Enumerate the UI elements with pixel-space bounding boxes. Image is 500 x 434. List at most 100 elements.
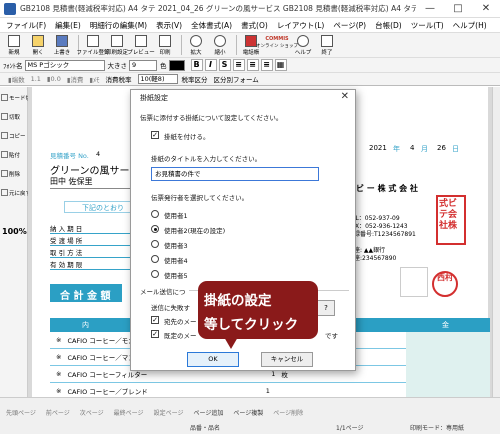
mode-switch-button[interactable]: モード切替 [1,89,37,106]
size-label: 大きさ [107,62,128,70]
copy-button[interactable]: コピー [1,127,27,144]
attach-checkbox[interactable]: ✓ [151,131,159,139]
cut-button[interactable]: 切取 [1,108,27,125]
menu-detail-edit[interactable]: 明細行の編集(M) [90,20,147,31]
new-button[interactable]: 新規 [3,33,25,57]
next-page-button[interactable]: 次ページ [80,408,104,417]
file-register-button[interactable]: ファイル登録 [77,33,110,57]
save-button[interactable]: 上書き [51,33,73,57]
menu-layout[interactable]: レイアウト(L) [277,20,325,31]
first-page-button[interactable]: 先頭ページ [6,408,36,417]
font-label: ﾌｫﾝﾄ名 [3,62,23,70]
print-setup-button[interactable]: 印刷設定 [106,33,128,57]
align-center-icon[interactable]: ≡ [246,59,259,71]
strike-button[interactable]: S [218,59,231,71]
last-page-button[interactable]: 最終ページ [114,408,144,417]
menu-view[interactable]: 表示(V) [156,20,182,31]
user1-radio[interactable] [151,210,159,218]
close-window-button[interactable]: ✕ [472,0,500,18]
menu-edit[interactable]: 編集(E) [55,20,81,31]
follow-text: 下記のとおり [82,204,124,212]
estimate-no[interactable]: 4 [96,150,100,158]
decimal-toggle[interactable]: 1.1 [31,75,41,83]
tax-rate-label: 消費税率 [105,76,132,84]
company-name: ビ ー 株 式 会 社 [356,184,418,193]
left-sidebar: モード切替 切取 コピー 貼付 削除 元に戻す 100% [0,87,37,397]
bold-button[interactable]: B [190,59,203,71]
info-line [50,257,130,258]
customer-name[interactable]: グリーンの風サービ [50,162,140,177]
dialog-close-button[interactable]: ✕ [341,91,349,102]
menu-page[interactable]: ページ(P) [333,20,366,31]
border-icon[interactable]: ▦ [274,59,287,71]
vertical-scrollbar[interactable] [492,87,500,397]
online-shop-button[interactable]: COMMIS オンライン ショップ [256,33,298,57]
date-month[interactable]: 4 [410,144,414,152]
maximize-button[interactable]: □ [444,0,472,18]
contact-name[interactable]: 田中 佐保里 [50,176,93,187]
save-icon [56,35,68,47]
paste-button[interactable]: 貼付 [1,146,27,163]
cancel-button[interactable]: キャンセル [261,352,313,367]
mode-icon [1,94,8,101]
menu-ledger[interactable]: 台帳(D) [375,20,402,31]
date-year[interactable]: 2021 [369,144,387,152]
menu-tools[interactable]: ツール(T) [411,20,444,31]
ok-button[interactable]: OK [187,352,239,367]
mail-group-label: メール送信につ [140,288,186,296]
form-by-class[interactable]: 区分別フォーム [214,74,259,84]
title-input[interactable]: お見積書の件で [151,167,319,181]
default-checkbox[interactable]: ✓ [151,330,159,338]
prev-page-button[interactable]: 前ページ [46,408,70,417]
zero-toggle[interactable]: ▮0.0 [47,75,61,83]
color-swatch[interactable] [168,59,185,71]
help-question-button[interactable]: ? [317,300,335,316]
zoom-level[interactable]: 100% [2,227,27,236]
align-left-icon[interactable]: ≡ [232,59,245,71]
size-select[interactable]: 9 [129,59,157,71]
new-file-icon [8,35,20,47]
exit-button[interactable]: 終了 [316,33,338,57]
preview-button[interactable]: プレビュー [127,33,155,57]
user5-label: 使用者5 [164,272,188,280]
delete-page-button[interactable]: ページ削除 [273,408,303,417]
open-button[interactable]: 開く [27,33,49,57]
open-folder-icon [32,35,44,47]
tax-rate-select[interactable]: 10(軽8) [137,74,178,84]
menu-file[interactable]: ファイル(F) [6,20,46,31]
italic-button[interactable]: I [204,59,217,71]
duplicate-page-button[interactable]: ページ複製 [233,408,263,417]
set-page-button[interactable]: 設定ページ [154,408,184,417]
memo-toggle[interactable]: ▮ﾒﾓ [89,74,99,84]
align-right-icon[interactable]: ≡ [260,59,273,71]
paste-icon [1,151,8,158]
user5-radio[interactable] [151,270,159,278]
print-button[interactable]: 印刷 [154,33,176,57]
zoom-out-button[interactable]: 縮小 [209,33,231,57]
menu-format[interactable]: 書式(O) [241,20,268,31]
delete-button[interactable]: 削除 [1,165,27,182]
menu-help[interactable]: ヘルプ(H) [453,20,487,31]
commis-logo: COMMIS [265,36,289,42]
select-prompt: 伝票発行者を選択してください。 [151,194,249,202]
user2-radio[interactable] [151,225,159,233]
font-select[interactable]: MS Pゴシック [24,59,105,71]
zoom-in-button[interactable]: 拡大 [185,33,207,57]
undo-button[interactable]: 元に戻す [1,184,31,201]
user4-radio[interactable] [151,255,159,263]
page-navigation: 先頭ページ 前ページ 次ページ 最終ページ 設定ページ ページ追加 ページ複製 … [6,408,313,417]
add-page-button[interactable]: ページ追加 [193,408,223,417]
fraction-toggle[interactable]: ▮端数 [8,74,25,84]
menu-global-format[interactable]: 全体書式(A) [191,20,232,31]
minimize-button[interactable]: — [416,0,444,18]
window-title: GB2108 見積書(軽減税率対応) A4 タテ 2021_04_26 グリーン… [20,4,416,13]
date-day[interactable]: 26 [437,144,446,152]
personal-seal-text: 西村 [437,273,453,282]
user3-radio[interactable] [151,240,159,248]
place-label: 受 渡 場 所 [50,237,83,245]
help-button[interactable]: ヘルプ [292,33,314,57]
consume-toggle[interactable]: ▮消費 [67,74,84,84]
tax-class-label[interactable]: 税率区分 [182,74,208,84]
title-prompt: 掛紙のタイトルを入力してください。 [151,155,262,163]
dest-checkbox[interactable]: ✓ [151,316,159,324]
